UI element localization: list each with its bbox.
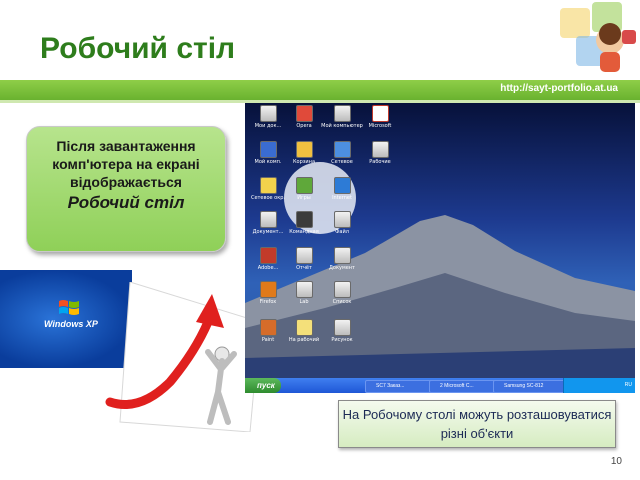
taskbar-button[interactable]: SC7 Заказ... [365, 380, 437, 393]
desktop-screenshot: Мои док... Мой комп. Сетевое окр. Докуме… [245, 103, 635, 393]
header-bar: http://sayt-portfolio.at.ua [0, 80, 640, 100]
start-button[interactable]: пуск [245, 378, 281, 393]
windows-flag-icon [59, 300, 79, 315]
site-url[interactable]: http://sayt-portfolio.at.ua [500, 83, 618, 94]
page-title: Робочий стіл [40, 32, 236, 65]
desktop-icon[interactable]: Мой компьютер [321, 105, 363, 129]
system-tray[interactable]: RU [563, 378, 635, 393]
desktop-icon[interactable]: Microsoft [359, 105, 401, 129]
desktop-icon[interactable]: На рабочий [283, 319, 325, 343]
desktop-icon[interactable]: Файл [321, 211, 363, 235]
taskbar: пуск SC7 Заказ... 2 Microsoft C... Samsu… [245, 378, 635, 393]
intro-callout: Після завантаження комп'ютера на екрані … [26, 126, 226, 252]
desktop-icon[interactable]: Рисунок [321, 319, 363, 343]
desktop-icon[interactable]: Lab [283, 281, 325, 305]
callout-text: Після завантаження комп'ютера на екрані … [52, 138, 200, 190]
desktop-icon[interactable]: Список [321, 281, 363, 305]
desktop-icon[interactable]: Игры [283, 177, 325, 201]
windows-logo-label: Windows XP [44, 319, 98, 329]
desktop-icon[interactable]: Рабочие [359, 141, 401, 165]
desktop-icon[interactable]: Отчёт [283, 247, 325, 271]
page-number: 10 [610, 456, 622, 467]
desktop-icon[interactable]: Сетевое [321, 141, 363, 165]
puzzle-decoration-icon [560, 2, 636, 72]
callout-emphasis: Робочий стіл [67, 193, 185, 212]
desktop-icon[interactable]: Opera [283, 105, 325, 129]
desktop-icon[interactable]: Командная [283, 211, 325, 235]
taskbar-button[interactable]: Samsung SC-812 [493, 380, 567, 393]
taskbar-button[interactable]: 2 Microsoft C... [429, 380, 501, 393]
desktop-icon[interactable]: Документ [321, 247, 363, 271]
desktop-icon[interactable]: Корзина [283, 141, 325, 165]
caption-box: На Робочому столі можуть розташовуватися… [338, 400, 616, 448]
desktop-icon[interactable]: Internet [321, 177, 363, 201]
growth-arrow-icon [105, 282, 260, 432]
